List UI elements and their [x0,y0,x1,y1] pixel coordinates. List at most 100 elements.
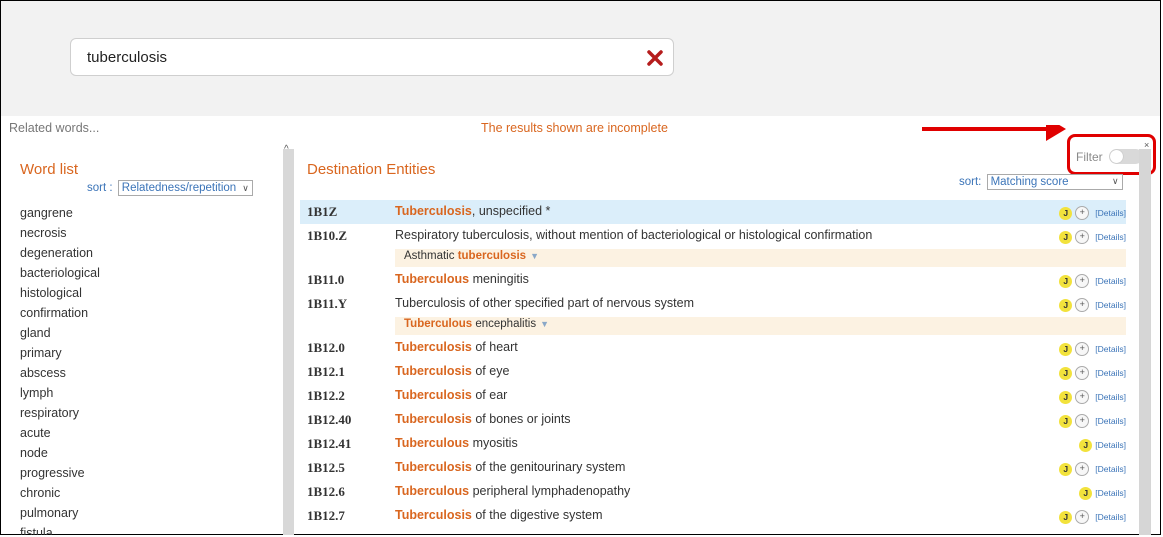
entity-title[interactable]: Tuberculosis of heart [395,340,518,354]
entity-title[interactable]: Tuberculosis, unspecified * [395,204,550,218]
details-link[interactable]: [Details] [1095,344,1126,354]
j-badge-icon[interactable]: J [1079,438,1093,452]
word-list-item[interactable]: gland [20,324,100,344]
add-icon[interactable]: + [1075,342,1090,356]
word-list-item[interactable]: acute [20,424,100,444]
word-list-item[interactable]: gangrene [20,204,100,224]
result-row[interactable]: 1B12.6 Tuberculous peripheral lymphadenop… [300,480,1126,504]
match-term: Tuberculosis [395,460,472,474]
j-badge-icon[interactable]: J [1059,342,1073,356]
synonym-text: Asthmatic [404,250,458,262]
row-actions: J + [Details] [1059,273,1126,289]
related-words-link[interactable]: Related words... [9,121,99,135]
details-link[interactable]: [Details] [1095,512,1126,522]
details-link[interactable]: [Details] [1095,232,1126,242]
details-link[interactable]: [Details] [1095,488,1126,498]
result-row[interactable]: 1B12.2 Tuberculosis of ear J + [Details] [300,384,1126,408]
details-link[interactable]: [Details] [1095,464,1126,474]
result-row[interactable]: 1B12.5 Tuberculosis of the genitourinary … [300,456,1126,480]
word-list-sort-select[interactable]: Relatedness/repetition ∨ [117,180,253,196]
result-row[interactable]: 1B12.0 Tuberculosis of heart J + [Details] [300,336,1126,360]
details-link[interactable]: [Details] [1095,276,1126,286]
entity-title[interactable]: Tuberculosis of bones or joints [395,412,571,426]
result-row[interactable]: 1B12.40 Tuberculosis of bones or joints J +… [300,408,1126,432]
row-actions: J + [Details] [1059,229,1126,245]
destination-sort-select[interactable]: Matching score ∨ [986,174,1123,190]
word-list-item[interactable]: primary [20,344,100,364]
word-list-item[interactable]: fistula [20,524,100,535]
j-badge-icon[interactable]: J [1059,274,1073,288]
match-term: Tuberculous [404,318,473,330]
details-link[interactable]: [Details] [1095,368,1126,378]
j-badge-icon[interactable]: J [1059,510,1073,524]
details-link[interactable]: [Details] [1095,416,1126,426]
details-link[interactable]: [Details] [1095,392,1126,402]
j-badge-icon[interactable]: J [1059,414,1073,428]
search-input[interactable] [87,47,627,67]
entity-title[interactable]: Tuberculous meningitis [395,272,529,286]
result-row[interactable]: 1B10.Z Respiratory tuberculosis, without … [300,224,1126,268]
clear-search-icon[interactable] [646,49,664,67]
result-row[interactable]: 1B11.Y Tuberculosis of other specified pa… [300,292,1126,336]
add-icon[interactable]: + [1075,390,1090,404]
j-badge-icon[interactable]: J [1059,390,1073,404]
sort-value: Relatedness/repetition [121,182,237,194]
add-icon[interactable]: + [1075,366,1090,380]
word-list-item[interactable]: abscess [20,364,100,384]
add-icon[interactable]: + [1075,510,1090,524]
word-list-item[interactable]: degeneration [20,244,100,264]
add-icon[interactable]: + [1075,206,1090,220]
word-list-item[interactable]: chronic [20,484,100,504]
entity-code: 1B12.1 [307,364,345,379]
j-badge-icon[interactable]: J [1059,206,1073,220]
entity-title[interactable]: Tuberculous myositis [395,436,518,450]
result-row[interactable]: 1B12.1 Tuberculosis of eye J + [Details] [300,360,1126,384]
word-list-item[interactable]: pulmonary [20,504,100,524]
word-list-item[interactable]: necrosis [20,224,100,244]
details-link[interactable]: [Details] [1095,440,1126,450]
j-badge-icon[interactable]: J [1059,298,1073,312]
result-row[interactable]: 1B1Z Tuberculosis, unspecified * J + [Detail… [300,200,1126,224]
j-badge-icon[interactable]: J [1059,462,1073,476]
chevron-down-icon: ∨ [242,183,249,193]
word-list-item[interactable]: node [20,444,100,464]
j-badge-icon[interactable]: J [1079,486,1093,500]
entity-title[interactable]: Tuberculous peripheral lymphadenopathy [395,484,630,498]
word-list-item[interactable]: lymph [20,384,100,404]
add-icon[interactable]: + [1075,414,1090,428]
word-list-item[interactable]: bacteriological [20,264,100,284]
result-row[interactable]: 1B11.0 Tuberculous meningitis J + [Details] [300,268,1126,292]
j-badge-icon[interactable]: J [1059,366,1073,380]
row-actions: J [Details] [1079,485,1126,501]
word-list-item[interactable]: respiratory [20,404,100,424]
entity-title[interactable]: Tuberculosis of ear [395,388,507,402]
result-row[interactable]: 1B12.41 Tuberculous myositis J [Details] [300,432,1126,456]
result-row[interactable]: 1B12.7 Tuberculosis of the digestive syst… [300,504,1126,528]
details-link[interactable]: [Details] [1095,208,1126,218]
entity-title[interactable]: Respiratory tuberculosis, without mentio… [395,228,872,242]
add-icon[interactable]: + [1075,230,1090,244]
add-icon[interactable]: + [1075,298,1090,312]
entity-title[interactable]: Tuberculosis of other specified part of … [395,296,694,310]
word-list-item[interactable]: confirmation [20,304,100,324]
j-badge-icon[interactable]: J [1059,230,1073,244]
chevron-down-icon[interactable]: ▼ [530,251,539,261]
row-actions: J + [Details] [1059,205,1126,221]
word-list-scrollbar[interactable] [283,149,294,535]
chevron-down-icon[interactable]: ▼ [540,319,549,329]
results-scrollbar[interactable] [1139,149,1151,535]
search-box[interactable] [70,38,674,76]
matched-synonym[interactable]: Asthmatic tuberculosis ▼ [395,249,1126,267]
title-rest: meningitis [469,272,529,286]
details-link[interactable]: [Details] [1095,300,1126,310]
add-icon[interactable]: + [1075,462,1090,476]
entity-title[interactable]: Tuberculosis of the digestive system [395,508,603,522]
word-list-item[interactable]: progressive [20,464,100,484]
entity-title[interactable]: Tuberculosis of eye [395,364,509,378]
match-term: tuberculosis [457,250,527,262]
title-rest: peripheral lymphadenopathy [469,484,631,498]
word-list-item[interactable]: histological [20,284,100,304]
add-icon[interactable]: + [1075,274,1090,288]
matched-synonym[interactable]: Tuberculous encephalitis ▼ [395,317,1126,335]
entity-title[interactable]: Tuberculosis of the genitourinary system [395,460,625,474]
